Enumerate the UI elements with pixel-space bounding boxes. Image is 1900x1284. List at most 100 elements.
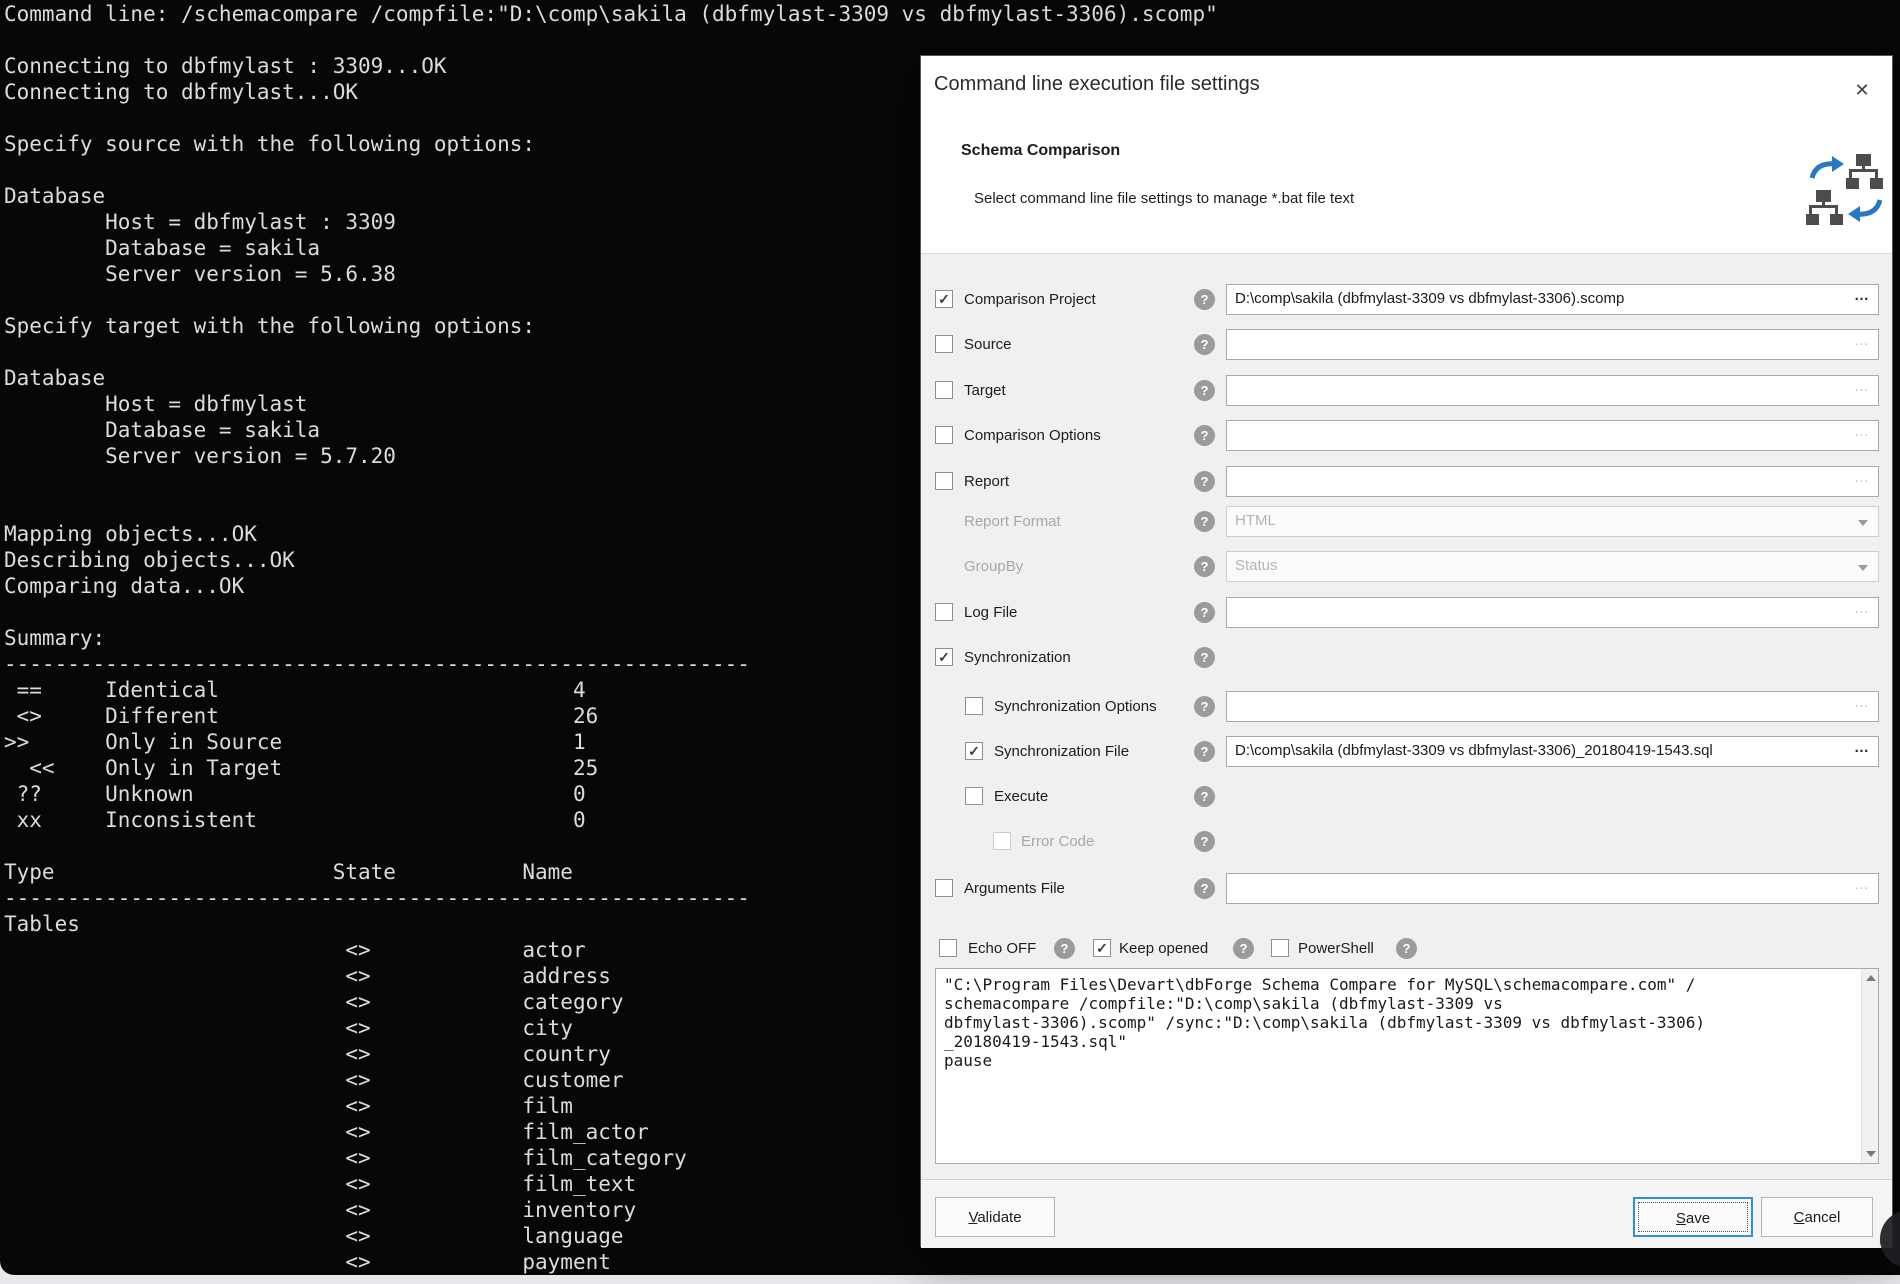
bat-file-textarea[interactable]: "C:\Program Files\Devart\dbForge Schema … bbox=[935, 968, 1879, 1164]
help-icon[interactable] bbox=[1194, 471, 1215, 492]
screen: Command line: /schemacompare /compfile:"… bbox=[0, 0, 1900, 1284]
synchronization-file-field[interactable]: D:\comp\sakila (dbfmylast-3309 vs dbfmyl… bbox=[1226, 736, 1879, 767]
source-checkbox[interactable] bbox=[935, 335, 953, 353]
row-comparison-project: Comparison Project D:\comp\sakila (dbfmy… bbox=[921, 284, 1894, 315]
arguments-file-label: Arguments File bbox=[964, 880, 1065, 897]
source-field[interactable]: … bbox=[1226, 329, 1879, 360]
row-groupby: GroupBy Status bbox=[921, 551, 1894, 582]
help-icon[interactable] bbox=[1194, 602, 1215, 623]
dialog-subtitle: Select command line file settings to man… bbox=[974, 190, 1354, 207]
help-icon[interactable] bbox=[1194, 380, 1215, 401]
browse-button[interactable]: … bbox=[1854, 332, 1870, 349]
log-file-field[interactable]: … bbox=[1226, 597, 1879, 628]
synchronization-label: Synchronization bbox=[964, 649, 1071, 666]
row-report: Report … bbox=[921, 466, 1894, 497]
echo-off-label: Echo OFF bbox=[968, 940, 1036, 957]
report-format-label: Report Format bbox=[964, 513, 1061, 530]
comparison-project-label: Comparison Project bbox=[964, 291, 1096, 308]
cancel-button[interactable]: Cancel bbox=[1761, 1197, 1873, 1237]
synchronization-options-label: Synchronization Options bbox=[994, 698, 1157, 715]
row-error-code: Error Code bbox=[921, 826, 1894, 857]
arguments-file-checkbox[interactable] bbox=[935, 879, 953, 897]
report-checkbox[interactable] bbox=[935, 472, 953, 490]
help-icon[interactable] bbox=[1194, 786, 1215, 807]
help-icon[interactable] bbox=[1194, 696, 1215, 717]
row-synchronization: Synchronization bbox=[921, 642, 1894, 673]
browse-button[interactable]: … bbox=[1854, 423, 1870, 440]
browse-button[interactable]: … bbox=[1854, 600, 1870, 617]
execute-checkbox[interactable] bbox=[965, 787, 983, 805]
row-execute: Execute bbox=[921, 781, 1894, 812]
help-icon[interactable] bbox=[1396, 938, 1417, 959]
target-field[interactable]: … bbox=[1226, 375, 1879, 406]
comparison-project-checkbox[interactable] bbox=[935, 290, 953, 308]
powershell-label: PowerShell bbox=[1298, 940, 1374, 957]
help-icon[interactable] bbox=[1194, 831, 1215, 852]
help-icon[interactable] bbox=[1194, 878, 1215, 899]
source-label: Source bbox=[964, 336, 1012, 353]
help-icon[interactable] bbox=[1194, 741, 1215, 762]
target-label: Target bbox=[964, 382, 1006, 399]
row-synchronization-options: Synchronization Options … bbox=[921, 691, 1894, 722]
scroll-down-icon[interactable] bbox=[1866, 1151, 1876, 1157]
synchronization-options-field[interactable]: … bbox=[1226, 691, 1879, 722]
chevron-down-icon bbox=[1858, 520, 1868, 526]
close-icon[interactable] bbox=[1850, 78, 1874, 102]
help-icon[interactable] bbox=[1194, 289, 1215, 310]
dialog-title: Command line execution file settings bbox=[934, 73, 1260, 96]
browse-button[interactable]: … bbox=[1854, 876, 1870, 893]
report-format-dropdown: HTML bbox=[1226, 506, 1879, 537]
report-field[interactable]: … bbox=[1226, 466, 1879, 497]
browse-button[interactable]: … bbox=[1854, 694, 1870, 711]
echo-off-checkbox[interactable] bbox=[939, 939, 957, 957]
log-file-checkbox[interactable] bbox=[935, 603, 953, 621]
comparison-options-checkbox[interactable] bbox=[935, 426, 953, 444]
browse-button[interactable]: … bbox=[1854, 739, 1870, 756]
browse-button[interactable]: … bbox=[1854, 287, 1870, 304]
target-checkbox[interactable] bbox=[935, 381, 953, 399]
chevron-down-icon bbox=[1858, 565, 1868, 571]
row-report-format: Report Format HTML bbox=[921, 506, 1894, 537]
synchronization-checkbox[interactable] bbox=[935, 648, 953, 666]
help-icon[interactable] bbox=[1194, 425, 1215, 446]
help-icon[interactable] bbox=[1194, 334, 1215, 355]
groupby-label: GroupBy bbox=[964, 558, 1023, 575]
product-name: Schema Comparison bbox=[961, 142, 1120, 160]
validate-button[interactable]: Validate bbox=[935, 1197, 1055, 1237]
scroll-up-icon[interactable] bbox=[1866, 975, 1876, 981]
browse-button[interactable]: … bbox=[1854, 378, 1870, 395]
comparison-options-field[interactable]: … bbox=[1226, 420, 1879, 451]
synchronization-options-checkbox[interactable] bbox=[965, 697, 983, 715]
execute-label: Execute bbox=[994, 788, 1048, 805]
browse-button[interactable]: … bbox=[1854, 469, 1870, 486]
bat-file-text: "C:\Program Files\Devart\dbForge Schema … bbox=[936, 969, 1878, 1070]
save-button[interactable]: Save bbox=[1633, 1197, 1753, 1237]
error-code-checkbox bbox=[993, 832, 1011, 850]
row-synchronization-file: Synchronization File D:\comp\sakila (dbf… bbox=[921, 736, 1894, 767]
row-source: Source … bbox=[921, 329, 1894, 360]
scrollbar[interactable] bbox=[1861, 969, 1878, 1163]
row-bat-options: Echo OFF Keep opened PowerShell bbox=[921, 933, 1894, 959]
row-target: Target … bbox=[921, 375, 1894, 406]
comparison-project-field[interactable]: D:\comp\sakila (dbfmylast-3309 vs dbfmyl… bbox=[1226, 284, 1879, 315]
row-comparison-options: Comparison Options … bbox=[921, 420, 1894, 451]
schema-comparison-icon bbox=[1804, 146, 1888, 235]
keep-opened-checkbox[interactable] bbox=[1093, 939, 1111, 957]
help-icon[interactable] bbox=[1233, 938, 1254, 959]
log-file-label: Log File bbox=[964, 604, 1017, 621]
report-label: Report bbox=[964, 473, 1009, 490]
help-icon[interactable] bbox=[1194, 556, 1215, 577]
groupby-dropdown: Status bbox=[1226, 551, 1879, 582]
row-log-file: Log File … bbox=[921, 597, 1894, 628]
powershell-checkbox[interactable] bbox=[1271, 939, 1289, 957]
dialog-header: Command line execution file settings Sch… bbox=[921, 56, 1892, 254]
synchronization-file-label: Synchronization File bbox=[994, 743, 1129, 760]
error-code-label: Error Code bbox=[1021, 833, 1094, 850]
comparison-options-label: Comparison Options bbox=[964, 427, 1101, 444]
dialog-footer: Validate Save Cancel bbox=[921, 1179, 1892, 1248]
help-icon[interactable] bbox=[1194, 511, 1215, 532]
help-icon[interactable] bbox=[1054, 938, 1075, 959]
help-icon[interactable] bbox=[1194, 647, 1215, 668]
synchronization-file-checkbox[interactable] bbox=[965, 742, 983, 760]
arguments-file-field[interactable]: … bbox=[1226, 873, 1879, 904]
